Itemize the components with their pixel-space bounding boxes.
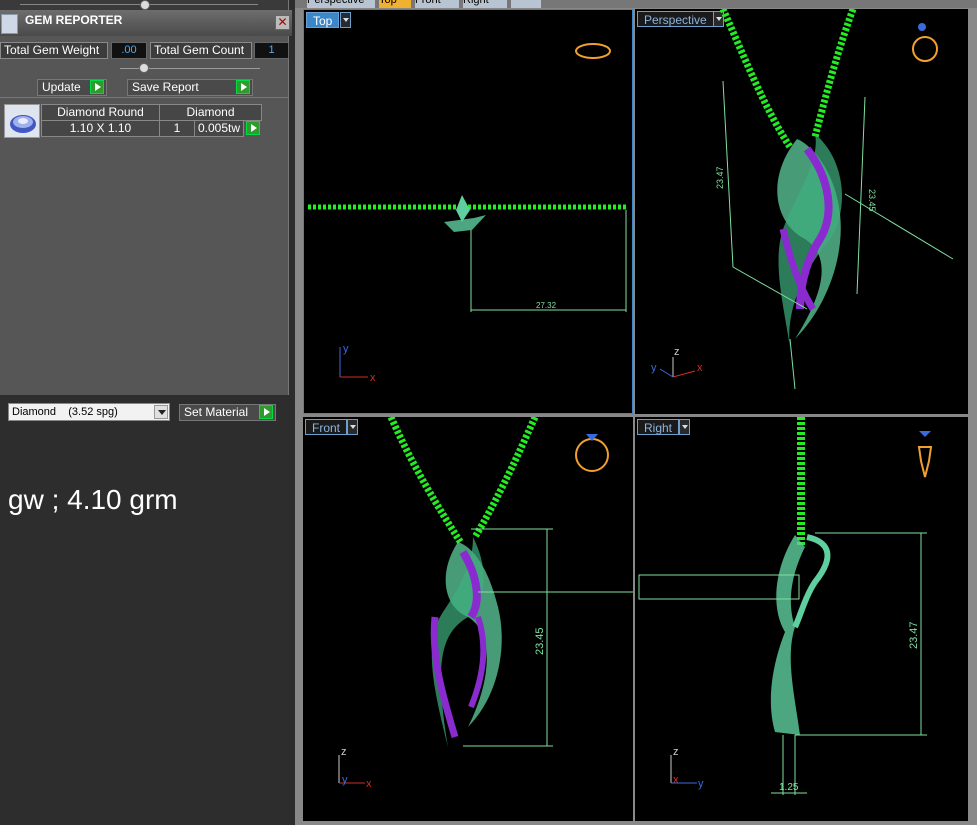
perspective-view-canvas: 23.47 23.45 z x y: [651, 9, 954, 390]
total-gem-weight-value: .00: [111, 42, 147, 59]
viewport-area: Perspective Top Front Right Top 27.32 y …: [295, 0, 977, 825]
ring-icon: [575, 438, 609, 472]
set-material-go-icon[interactable]: [259, 405, 273, 419]
col-header-diamond-round: Diamond Round: [41, 104, 160, 121]
left-panel: GEM REPORTER ✕ Total Gem Weight .00 Tota…: [0, 0, 295, 825]
axis-x-label: x: [370, 372, 376, 384]
gem-row-go-icon[interactable]: [246, 121, 260, 135]
ring-icon: [575, 43, 611, 59]
tab-right[interactable]: Right: [463, 0, 507, 8]
divider: [0, 97, 288, 98]
gem-weight-cell: 0.005tw: [194, 120, 244, 137]
chevron-down-icon[interactable]: [154, 405, 168, 419]
right-view-canvas: 23.47 1.25 z y x: [638, 417, 933, 795]
total-gem-weight-label: Total Gem Weight: [0, 42, 108, 59]
viewport-right[interactable]: Right 23.47 1.25 z y x: [635, 417, 968, 821]
update-label: Update: [42, 80, 81, 94]
gross-weight-note: gw ; 4.10 grm: [8, 484, 178, 515]
splitter-handle[interactable]: [140, 0, 150, 10]
perspective-dim-left: 23.47: [715, 166, 725, 189]
total-gem-count-value: 1: [254, 42, 289, 59]
svg-text:z: z: [341, 746, 347, 758]
svg-text:y: y: [698, 778, 704, 790]
ring-icon: [912, 36, 938, 62]
svg-text:z: z: [673, 746, 679, 758]
gem-reporter-title-bar: GEM REPORTER ✕: [0, 10, 292, 36]
gem-size-cell: 1.10 X 1.10: [41, 120, 160, 137]
slider-handle[interactable]: [139, 63, 149, 73]
svg-text:y: y: [651, 362, 657, 374]
tab-front[interactable]: Front: [415, 0, 459, 8]
gem-reporter-app-icon: [1, 14, 18, 34]
set-material-label: Set Material: [184, 405, 249, 419]
axis-z-label: z: [674, 346, 680, 358]
col-header-diamond: Diamond: [159, 104, 262, 121]
ring-side-icon: [917, 446, 933, 478]
viewport-perspective[interactable]: Perspective 23.47 23.45 z x y: [635, 9, 968, 414]
svg-text:x: x: [673, 774, 679, 786]
pendant-bail: [456, 195, 470, 222]
viewport-tabs: Perspective Top Front Right: [295, 0, 977, 8]
top-view-canvas: 27.32 y x: [308, 43, 627, 384]
top-dimension-text: 27.32: [536, 301, 557, 310]
diamond-round-thumbnail-icon[interactable]: [4, 104, 40, 138]
material-selected-value: Diamond (3.52 spg): [12, 406, 118, 418]
close-icon[interactable]: ✕: [275, 15, 290, 30]
viewport-front[interactable]: Front 23.45 z x y: [303, 417, 633, 821]
save-report-go-icon[interactable]: [236, 80, 250, 94]
axis-y-label: y: [343, 343, 349, 355]
gem-count-cell: 1: [159, 120, 195, 137]
material-select[interactable]: Diamond (3.52 spg): [8, 403, 170, 421]
tab-perspective[interactable]: Perspective: [307, 0, 375, 8]
save-report-label: Save Report: [132, 80, 199, 94]
svg-text:x: x: [366, 778, 372, 790]
viewport-top[interactable]: Top 27.32 y x: [303, 9, 633, 414]
perspective-dim-right: 23.45: [867, 189, 877, 212]
front-dimension-text: 23.45: [534, 627, 546, 655]
gem-reporter-panel: GEM REPORTER ✕ Total Gem Weight .00 Tota…: [0, 0, 292, 395]
pendant-top: [444, 215, 486, 232]
update-go-icon[interactable]: [90, 80, 104, 94]
gem-reporter-title: GEM REPORTER: [25, 13, 123, 27]
tab-add[interactable]: [511, 0, 541, 8]
front-view-canvas: 23.45 z x y: [338, 417, 633, 790]
right-dim-width: 1.25: [779, 782, 799, 793]
panel-splitter[interactable]: [0, 0, 288, 10]
right-dim-height: 23.47: [908, 621, 920, 649]
svg-text:x: x: [697, 362, 703, 374]
total-gem-count-label: Total Gem Count: [150, 42, 252, 59]
save-report-button[interactable]: Save Report: [127, 79, 253, 96]
svg-text:y: y: [342, 774, 348, 786]
tab-top[interactable]: Top: [379, 0, 411, 8]
